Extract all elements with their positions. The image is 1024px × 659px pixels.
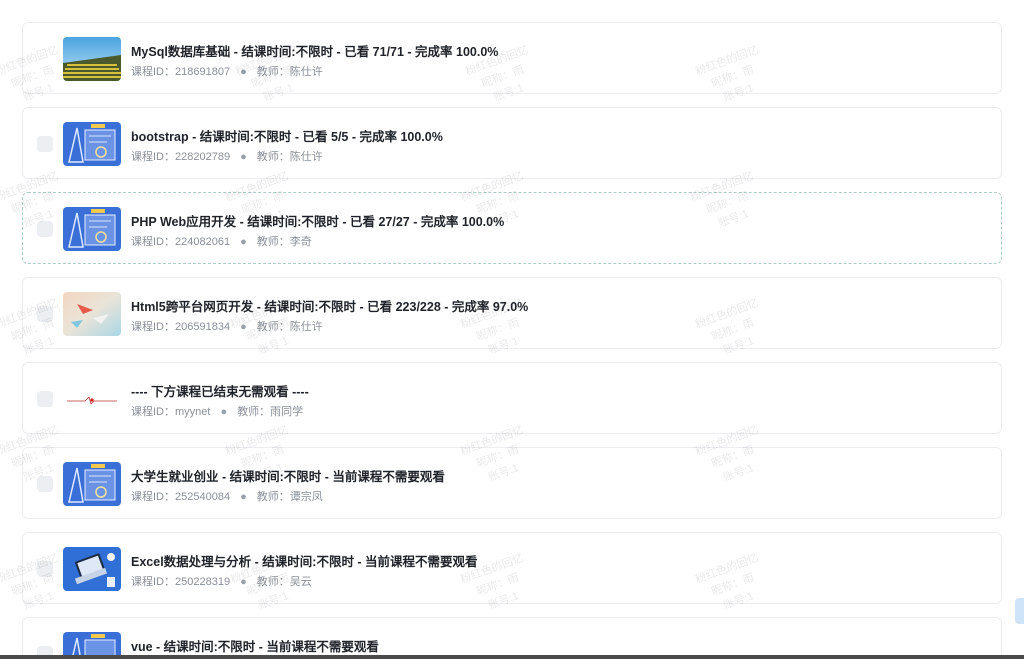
separator-dot: ● xyxy=(220,406,228,418)
course-id-value: 224082061 xyxy=(175,236,231,248)
course-meta: 课程ID：224082061 ● 教师：李奇 xyxy=(131,233,312,249)
teacher-name: 李奇 xyxy=(289,236,312,248)
separator-dot: ● xyxy=(240,321,247,333)
course-id-value: 228202789 xyxy=(175,151,231,163)
paper-planes-icon xyxy=(63,292,121,336)
course-id-value: 250228319 xyxy=(175,576,231,588)
bottom-edge-bar xyxy=(0,655,1024,659)
teacher-label: 教师： xyxy=(256,66,290,78)
course-title[interactable]: 大学生就业创业 - 结课时间:不限时 - 当前课程不需要观看 xyxy=(131,466,445,485)
blueprint-tools-icon xyxy=(63,122,121,166)
teacher-label: 教师： xyxy=(256,491,290,503)
course-thumbnail[interactable] xyxy=(63,37,121,81)
blueprint-tools-icon xyxy=(63,462,121,506)
course-card[interactable]: vue - 结课时间:不限时 - 当前课程不需要观看 xyxy=(22,617,1002,659)
course-id-label: 课程ID： xyxy=(131,66,175,78)
course-title[interactable]: PHP Web应用开发 - 结课时间:不限时 - 已看 27/27 - 完成率 … xyxy=(131,211,504,230)
teacher-name: 吴云 xyxy=(289,576,312,588)
course-id-label: 课程ID： xyxy=(131,151,175,163)
teacher-label: 教师： xyxy=(256,576,290,588)
separator-dot: ● xyxy=(240,151,247,163)
course-checkbox[interactable] xyxy=(37,136,53,152)
course-id-value: myynet xyxy=(175,406,211,418)
separator-dot: ● xyxy=(240,66,247,78)
separator-dot: ● xyxy=(240,236,247,248)
stairs-photo-icon xyxy=(63,37,121,81)
course-meta: 课程ID：250228319 ● 教师：吴云 xyxy=(131,573,312,589)
teacher-name: 谭宗凤 xyxy=(289,491,323,503)
course-title[interactable]: ---- 下方课程已结束无需观看 ---- xyxy=(131,381,309,400)
teacher-label: 教师： xyxy=(237,406,271,418)
course-id-label: 课程ID： xyxy=(131,321,175,333)
course-id-label: 课程ID： xyxy=(131,406,175,418)
course-thumbnail[interactable] xyxy=(63,462,121,506)
course-thumbnail[interactable] xyxy=(63,547,121,591)
course-id-value: 252540084 xyxy=(175,491,231,503)
course-card[interactable]: PHP Web应用开发 - 结课时间:不限时 - 已看 27/27 - 完成率 … xyxy=(22,192,1002,264)
course-thumbnail[interactable] xyxy=(63,122,121,166)
course-title[interactable]: Excel数据处理与分析 - 结课时间:不限时 - 当前课程不需要观看 xyxy=(131,551,478,570)
course-title[interactable]: Html5跨平台网页开发 - 结课时间:不限时 - 已看 223/228 - 完… xyxy=(131,296,528,315)
course-id-label: 课程ID： xyxy=(131,576,175,588)
course-title[interactable]: vue - 结课时间:不限时 - 当前课程不需要观看 xyxy=(131,636,379,655)
course-list-page: MySql数据库基础 - 结课时间:不限时 - 已看 71/71 - 完成率 1… xyxy=(0,0,1024,659)
course-title[interactable]: MySql数据库基础 - 结课时间:不限时 - 已看 71/71 - 完成率 1… xyxy=(131,41,498,60)
separator-dot: ● xyxy=(240,576,247,588)
course-title[interactable]: bootstrap - 结课时间:不限时 - 已看 5/5 - 完成率 100.… xyxy=(131,126,443,145)
course-id-label: 课程ID： xyxy=(131,236,175,248)
teacher-label: 教师： xyxy=(256,236,290,248)
course-thumbnail[interactable] xyxy=(63,292,121,336)
course-id-value: 206591834 xyxy=(175,321,231,333)
course-meta: 课程ID：228202789 ● 教师：陈仕许 xyxy=(131,148,323,164)
course-checkbox[interactable] xyxy=(37,561,53,577)
course-card[interactable]: 大学生就业创业 - 结课时间:不限时 - 当前课程不需要观看 课程ID：2525… xyxy=(22,447,1002,519)
course-thumbnail[interactable] xyxy=(63,207,121,251)
course-id-value: 218691807 xyxy=(175,66,231,78)
course-checkbox[interactable] xyxy=(37,221,53,237)
course-id-label: 课程ID： xyxy=(131,491,175,503)
course-card[interactable]: MySql数据库基础 - 结课时间:不限时 - 已看 71/71 - 完成率 1… xyxy=(22,22,1002,94)
course-meta: 课程ID：myynet ● 教师：雨同学 xyxy=(131,403,303,419)
teacher-label: 教师： xyxy=(256,321,290,333)
teacher-name: 陈仕许 xyxy=(289,321,323,333)
scroll-to-top-tab[interactable] xyxy=(1015,598,1024,624)
course-card[interactable]: Html5跨平台网页开发 - 结课时间:不限时 - 已看 223/228 - 完… xyxy=(22,277,1002,349)
teacher-name: 陈仕许 xyxy=(289,151,323,163)
course-checkbox[interactable] xyxy=(37,306,53,322)
teacher-label: 教师： xyxy=(256,151,290,163)
heartbeat-line-icon xyxy=(63,377,121,421)
course-checkbox[interactable] xyxy=(37,391,53,407)
separator-dot: ● xyxy=(240,491,247,503)
teacher-name: 陈仕许 xyxy=(289,66,323,78)
laptop-desk-icon xyxy=(63,547,121,591)
blueprint-tools-icon xyxy=(63,207,121,251)
course-thumbnail[interactable] xyxy=(63,377,121,421)
course-checkbox[interactable] xyxy=(37,476,53,492)
teacher-name: 雨同学 xyxy=(270,406,304,418)
course-meta: 课程ID：218691807 ● 教师：陈仕许 xyxy=(131,63,323,79)
course-card[interactable]: bootstrap - 结课时间:不限时 - 已看 5/5 - 完成率 100.… xyxy=(22,107,1002,179)
course-card[interactable]: ---- 下方课程已结束无需观看 ---- 课程ID：myynet ● 教师：雨同学 xyxy=(22,362,1002,434)
course-card[interactable]: Excel数据处理与分析 - 结课时间:不限时 - 当前课程不需要观看 课程ID… xyxy=(22,532,1002,604)
course-meta: 课程ID：206591834 ● 教师：陈仕许 xyxy=(131,318,323,334)
course-meta: 课程ID：252540084 ● 教师：谭宗凤 xyxy=(131,488,323,504)
